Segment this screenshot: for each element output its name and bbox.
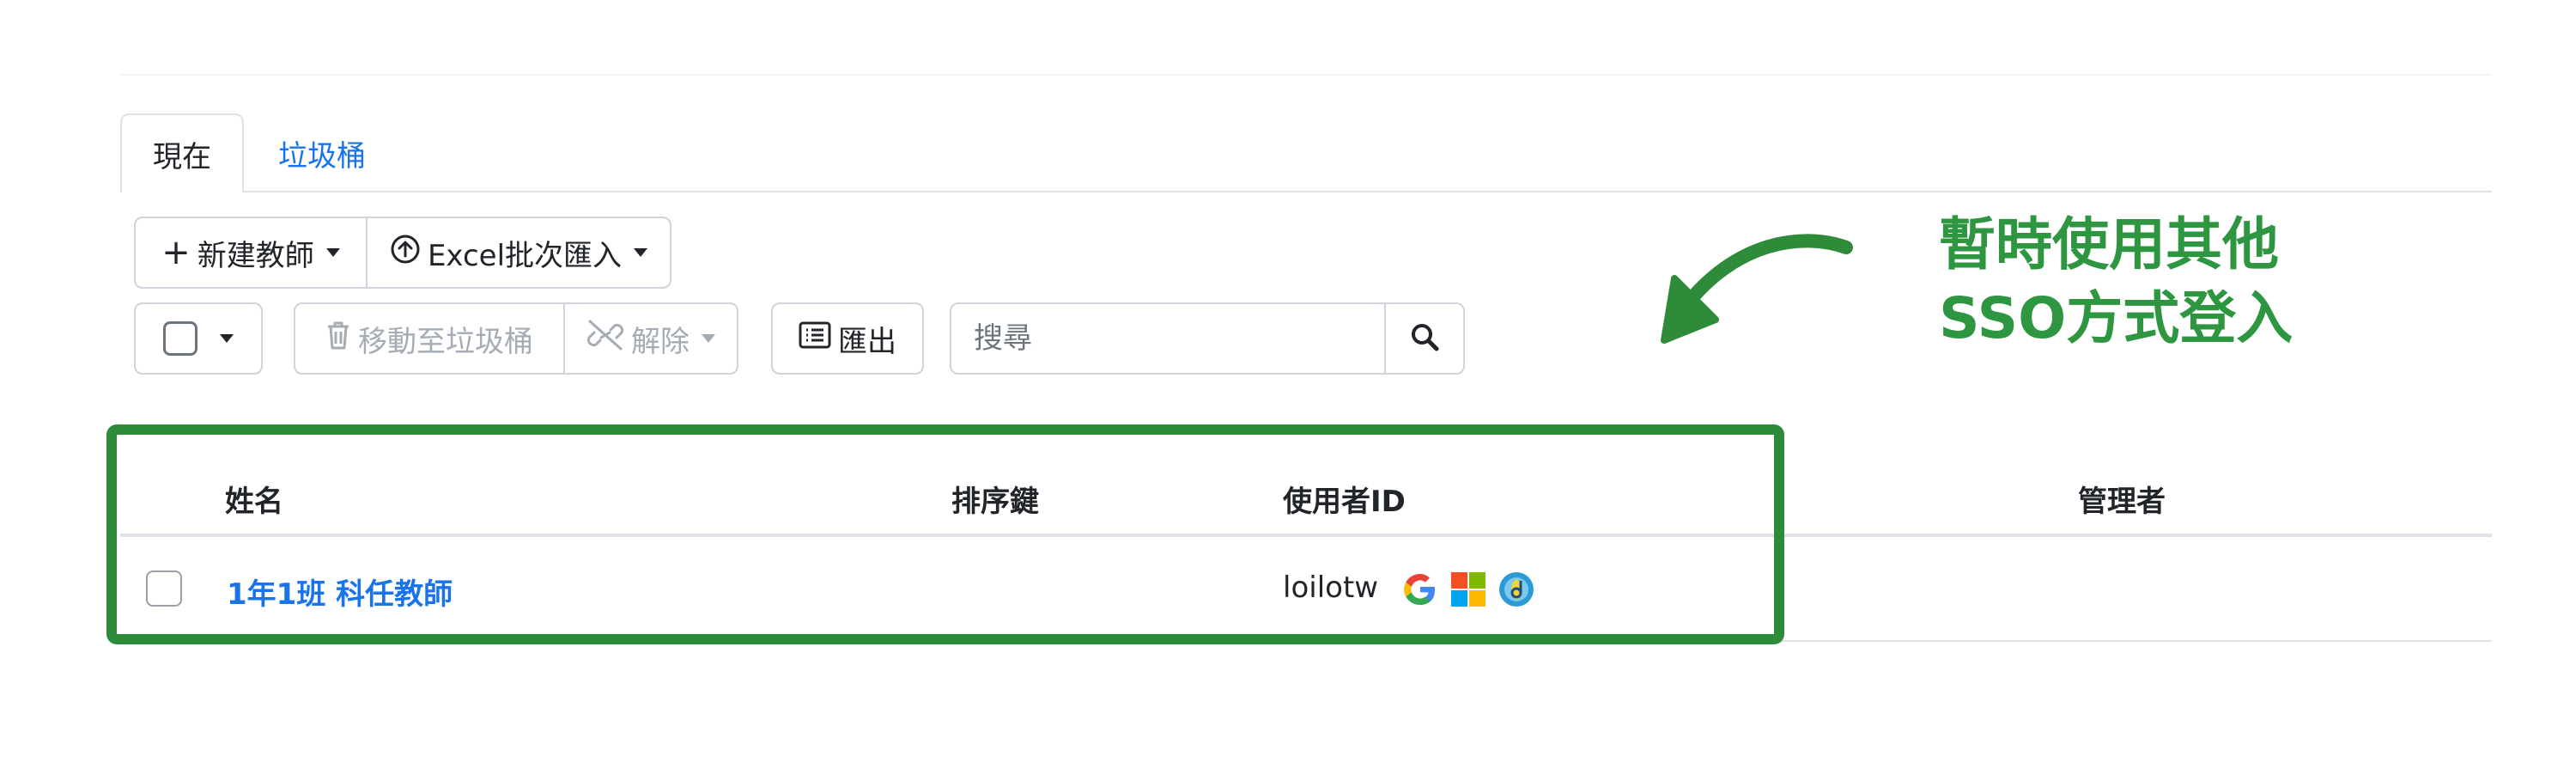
chevron-down-icon: [634, 248, 648, 257]
highlight-box: [106, 424, 1784, 644]
chevron-down-icon: [220, 334, 234, 343]
select-all-checkbox[interactable]: [163, 321, 197, 356]
column-header-admin[interactable]: 管理者: [2078, 478, 2166, 520]
create-toolbar: + 新建教師 Excel批次匯入: [134, 217, 671, 289]
search-group: [950, 302, 1465, 375]
unlink-button[interactable]: 解除: [563, 304, 737, 373]
annotation-line-2: SSO方式登入: [1939, 285, 2293, 351]
tab-trash-label: 垃圾桶: [278, 138, 366, 174]
arrow-icon: [1661, 234, 1853, 344]
tab-divider: [120, 191, 2492, 192]
list-icon: [799, 321, 831, 357]
move-to-trash-button[interactable]: 移動至垃圾桶: [295, 304, 563, 373]
new-teacher-label: 新建教師: [197, 238, 314, 273]
tab-current[interactable]: 現在: [120, 113, 244, 192]
upload-icon: [390, 234, 421, 272]
plus-icon: +: [161, 233, 191, 272]
new-teacher-button[interactable]: + 新建教師: [136, 218, 366, 287]
chevron-down-icon: [325, 248, 340, 257]
tab-current-label: 現在: [153, 139, 211, 174]
move-to-trash-label: 移動至垃圾桶: [358, 324, 533, 359]
search-icon: [1410, 322, 1439, 355]
export-button-inner[interactable]: 匯出: [773, 304, 922, 373]
chevron-down-icon: [702, 334, 715, 343]
unlink-icon: [586, 318, 624, 360]
trash-icon: [325, 320, 351, 358]
export-label: 匯出: [838, 324, 896, 359]
bulk-actions: 移動至垃圾桶 解除: [294, 302, 738, 375]
search-input[interactable]: [951, 304, 1384, 373]
annotation-line-1: 暫時使用其他: [1939, 211, 2279, 278]
export-button[interactable]: 匯出: [771, 302, 924, 375]
search-button[interactable]: [1384, 304, 1463, 373]
unlink-label: 解除: [631, 324, 690, 359]
excel-import-button[interactable]: Excel批次匯入: [366, 218, 670, 287]
select-all-button[interactable]: [136, 304, 261, 373]
top-divider: [120, 74, 2492, 76]
tab-trash[interactable]: 垃圾桶: [266, 113, 378, 192]
excel-import-label: Excel批次匯入: [427, 238, 623, 273]
select-all-dropdown[interactable]: [134, 302, 263, 375]
